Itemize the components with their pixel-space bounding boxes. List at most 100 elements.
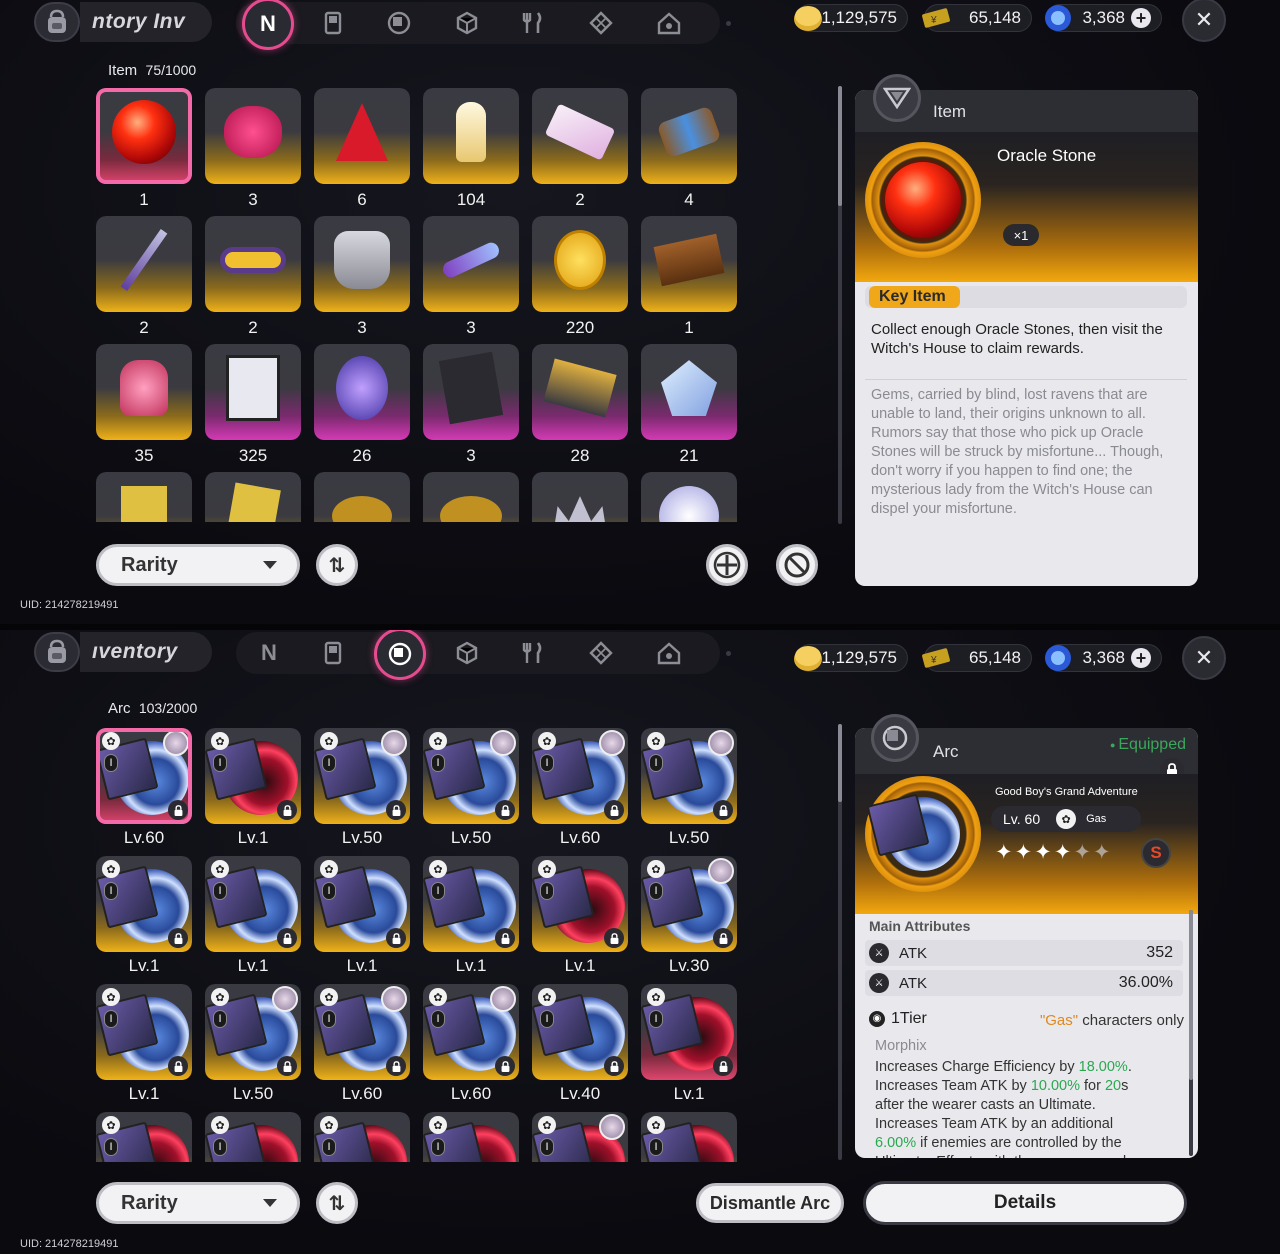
- element-icon: ✿: [320, 860, 338, 878]
- item-slot[interactable]: [532, 472, 628, 522]
- item-slot[interactable]: [96, 472, 192, 522]
- item-slot[interactable]: [205, 216, 301, 312]
- grid-scrollbar[interactable]: [838, 724, 842, 1160]
- dismantle-arc-button[interactable]: Dismantle Arc: [696, 1183, 844, 1223]
- item-slot[interactable]: [96, 216, 192, 312]
- arc-level-pill: Lv. 60 ✿ Gas: [991, 806, 1141, 832]
- close-icon: ✕: [1194, 645, 1214, 670]
- arc-slot[interactable]: ✿ I: [205, 1112, 301, 1162]
- add-crystal-button[interactable]: +: [1131, 648, 1151, 668]
- tab-food[interactable]: [514, 4, 552, 42]
- arc-slot[interactable]: ✿ I: [314, 856, 410, 952]
- arc-slot[interactable]: ✿ I: [532, 728, 628, 824]
- grid-scrollbar[interactable]: [838, 86, 842, 524]
- backpack-icon[interactable]: [34, 632, 80, 672]
- item-slot[interactable]: [641, 88, 737, 184]
- tab-material[interactable]: [582, 634, 620, 672]
- item-slot[interactable]: [96, 88, 192, 184]
- rarity-label: Rarity: [121, 553, 178, 576]
- element-restriction: "Gas": [1039, 1012, 1079, 1029]
- item-slot[interactable]: [641, 344, 737, 440]
- item-slot[interactable]: [423, 344, 519, 440]
- arc-slot[interactable]: ✿ I: [96, 1112, 192, 1162]
- item-slot[interactable]: [314, 344, 410, 440]
- item-slot[interactable]: [532, 216, 628, 312]
- item-slot[interactable]: [314, 88, 410, 184]
- tab-box[interactable]: [448, 634, 486, 672]
- item-slot[interactable]: [205, 88, 301, 184]
- tab-home[interactable]: [650, 634, 688, 672]
- arc-slot[interactable]: ✿ I: [532, 984, 628, 1080]
- arc-slot[interactable]: ✿ I: [641, 728, 737, 824]
- element-icon: ✿: [320, 1116, 338, 1134]
- arc-slot[interactable]: ✿ I: [423, 728, 519, 824]
- tab-box[interactable]: [448, 4, 486, 42]
- item-slot[interactable]: [314, 472, 410, 522]
- item-slot[interactable]: [423, 472, 519, 522]
- arc-slot[interactable]: ✿ I: [96, 984, 192, 1080]
- arc-slot[interactable]: ✿ I: [96, 728, 192, 824]
- arc-slot[interactable]: ✿ I: [641, 984, 737, 1080]
- arc-slot[interactable]: ✿ I: [532, 1112, 628, 1162]
- arc-slot[interactable]: ✿ I: [641, 1112, 737, 1162]
- tier-badge: I: [322, 882, 336, 900]
- item-slot[interactable]: [423, 88, 519, 184]
- tab-food[interactable]: [514, 634, 552, 672]
- arc-slot[interactable]: ✿ I: [314, 728, 410, 824]
- rarity-filter-dropdown[interactable]: Rarity: [96, 1182, 300, 1224]
- tab-home[interactable]: [650, 4, 688, 42]
- coin-stack2-icon: [440, 496, 502, 522]
- item-slot[interactable]: [532, 88, 628, 184]
- element-icon: ✿: [429, 732, 447, 750]
- arc-slot[interactable]: ✿ I: [641, 856, 737, 952]
- item-slot[interactable]: [205, 344, 301, 440]
- item-slot[interactable]: [96, 344, 192, 440]
- item-slot[interactable]: [423, 216, 519, 312]
- fork-knife-icon: [522, 12, 542, 33]
- rarity-filter-dropdown[interactable]: Rarity: [96, 544, 300, 586]
- item-slot[interactable]: [641, 472, 737, 522]
- item-slot[interactable]: [641, 216, 737, 312]
- tab-device[interactable]: [314, 4, 352, 42]
- arc-slot[interactable]: ✿ I: [314, 1112, 410, 1162]
- close-button[interactable]: ✕: [1182, 636, 1226, 680]
- add-crystal-button[interactable]: +: [1131, 8, 1151, 28]
- tier-badge: I: [540, 882, 554, 900]
- arc-slot[interactable]: ✿ I: [423, 1112, 519, 1162]
- expand-button[interactable]: [706, 544, 748, 586]
- tier-label: 1Tier: [891, 1010, 927, 1027]
- lock-icon: [713, 1056, 733, 1076]
- equipped-character-avatar: [381, 986, 407, 1012]
- arc-slot[interactable]: ✿ I: [205, 728, 301, 824]
- crystal-currency: 3,368 +: [1045, 644, 1162, 672]
- blue-crystal-icon: [1045, 5, 1071, 31]
- book-icon: [653, 233, 725, 287]
- arc-slot[interactable]: ✿ I: [423, 856, 519, 952]
- tier-badge: I: [213, 754, 227, 772]
- backpack-icon[interactable]: [34, 2, 80, 42]
- arc-slot[interactable]: ✿ I: [423, 984, 519, 1080]
- tab-device[interactable]: [314, 634, 352, 672]
- sort-order-button[interactable]: ⇅: [316, 1182, 358, 1224]
- tab-arc[interactable]: [374, 630, 426, 680]
- arc-slot[interactable]: ✿ I: [96, 856, 192, 952]
- close-button[interactable]: ✕: [1182, 0, 1226, 42]
- tab-item[interactable]: N: [242, 0, 294, 50]
- item-quantity: 26: [352, 446, 372, 465]
- arc-slot[interactable]: ✿ I: [205, 984, 301, 1080]
- filter-off-button[interactable]: [776, 544, 818, 586]
- tab-arc[interactable]: [380, 4, 418, 42]
- tab-item[interactable]: N: [250, 634, 288, 672]
- arc-slot[interactable]: ✿ I: [532, 856, 628, 952]
- item-slot[interactable]: [205, 472, 301, 522]
- details-button[interactable]: Details: [863, 1181, 1187, 1225]
- item-slot[interactable]: [314, 216, 410, 312]
- tab-material[interactable]: [582, 4, 620, 42]
- card-header-label: Item: [933, 102, 967, 121]
- home-icon: [657, 12, 681, 35]
- item-slot[interactable]: [532, 344, 628, 440]
- card-scrollbar[interactable]: [1189, 910, 1193, 1156]
- arc-slot[interactable]: ✿ I: [314, 984, 410, 1080]
- arc-slot[interactable]: ✿ I: [205, 856, 301, 952]
- sort-order-button[interactable]: ⇅: [316, 544, 358, 586]
